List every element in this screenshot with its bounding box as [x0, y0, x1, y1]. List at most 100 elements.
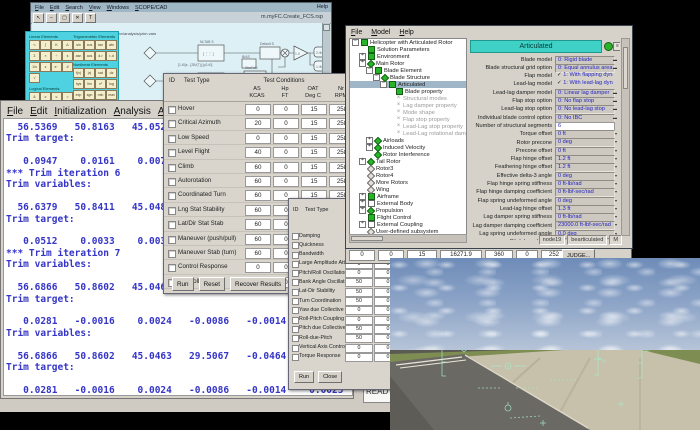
dropdown-arrow-icon[interactable]: [615, 148, 617, 153]
test-checkbox[interactable]: [168, 163, 176, 172]
test-checkbox[interactable]: [168, 235, 176, 244]
dropdown-arrow-icon[interactable]: [615, 189, 617, 194]
tree-item[interactable]: Helicopter with Articulated Rotor: [350, 39, 466, 46]
diagram-tool-button[interactable]: −: [46, 12, 57, 23]
palette-block-button[interactable]: f(x): [73, 68, 84, 78]
altitude-input[interactable]: 0: [273, 147, 299, 159]
diagram-tool-button[interactable]: ✕: [72, 12, 83, 23]
hq-checkbox[interactable]: [292, 316, 299, 324]
palette-block-button[interactable]: ÷: [51, 51, 62, 61]
palette-block-button[interactable]: K: [51, 40, 62, 50]
hq-checkbox[interactable]: [292, 233, 299, 240]
altitude-input[interactable]: 0: [273, 118, 299, 130]
hq-checkbox[interactable]: [292, 298, 299, 306]
diagram-tool-button[interactable]: ↖: [33, 12, 44, 23]
palette-block-button[interactable]: 1/s: [29, 62, 40, 72]
tree-expander-icon[interactable]: [352, 39, 359, 46]
airspeed-input[interactable]: 60: [245, 190, 271, 202]
tree-item[interactable]: External Body: [350, 200, 466, 207]
component-lock-icon[interactable]: ≡: [613, 42, 620, 51]
tree-item[interactable]: Rotor4: [350, 171, 466, 180]
palette-block-button[interactable]: cos: [84, 40, 95, 50]
console-menu-item[interactable]: Analysis: [114, 106, 151, 117]
palette-block-button[interactable]: √: [29, 73, 40, 83]
test-checkbox[interactable]: [168, 206, 176, 215]
airspeed-input[interactable]: 60: [245, 233, 271, 245]
tree-item[interactable]: Rotor3: [350, 164, 466, 173]
dropdown-arrow-icon[interactable]: [615, 164, 617, 169]
dropdown-arrow-icon[interactable]: [613, 106, 617, 111]
test-checkbox[interactable]: [168, 106, 176, 114]
dropdown-arrow-icon[interactable]: [615, 139, 617, 144]
tree-expander-icon[interactable]: [366, 67, 373, 74]
hq-checkbox[interactable]: [292, 307, 299, 315]
tree-item[interactable]: Flap stop property: [350, 116, 466, 123]
palette-block-button[interactable]: |x|: [84, 68, 95, 78]
tree-item[interactable]: External Coupling: [350, 221, 466, 228]
tree-horizontal-scrollbar[interactable]: [349, 234, 467, 243]
tree-item[interactable]: Lead-Lag stop property: [350, 123, 466, 130]
airspeed-input[interactable]: 0: [245, 104, 271, 115]
diagram-menu-item[interactable]: View: [89, 5, 101, 11]
airspeed-input[interactable]: 60: [245, 175, 271, 187]
palette-block-button[interactable]: asn: [73, 51, 84, 61]
test-checkbox[interactable]: [168, 264, 176, 273]
airspeed-input[interactable]: 60: [245, 161, 271, 173]
diagram-menu-item[interactable]: Windows: [107, 5, 129, 11]
airspeed-input[interactable]: 20: [245, 118, 271, 130]
airspeed-input[interactable]: 0: [245, 132, 271, 144]
hq-checkbox[interactable]: [292, 270, 299, 278]
dropdown-arrow-icon[interactable]: [615, 198, 617, 203]
tree-item[interactable]: Blade Structure: [350, 73, 466, 82]
palette-block-button[interactable]: min: [95, 90, 106, 100]
palette-block-button[interactable]: z: [40, 62, 51, 72]
dropdown-arrow-icon[interactable]: [615, 206, 617, 211]
tree-expander-icon[interactable]: [359, 207, 366, 214]
airspeed-input[interactable]: 60: [245, 204, 271, 216]
tree-item[interactable]: Rotor Interference: [350, 150, 466, 159]
palette-block-button[interactable]: sat: [95, 68, 106, 78]
hq-checkbox[interactable]: [292, 288, 299, 296]
tree-item[interactable]: Blade Element: [350, 67, 466, 74]
test-checkbox[interactable]: [168, 149, 176, 158]
palette-block-button[interactable]: ∿: [29, 40, 40, 50]
tree-expander-icon[interactable]: [359, 60, 366, 67]
console-menu-item[interactable]: Edit: [30, 106, 47, 117]
diagram-menu-item[interactable]: Edit: [50, 5, 59, 11]
dropdown-arrow-icon[interactable]: [613, 115, 617, 120]
palette-block-button[interactable]: max: [106, 90, 117, 100]
oat-input[interactable]: 15: [301, 132, 327, 144]
palette-block-button[interactable]: hys: [73, 79, 84, 89]
hq-checkbox[interactable]: [292, 251, 299, 259]
condition-value-input[interactable]: 0: [349, 250, 375, 261]
tree-item[interactable]: Mode shape: [350, 109, 466, 116]
palette-block-button[interactable]: tan: [95, 40, 106, 50]
hq-checkbox[interactable]: [292, 344, 299, 352]
tree-expander-icon[interactable]: [359, 221, 366, 228]
dropdown-arrow-icon[interactable]: [613, 98, 617, 103]
tree-item[interactable]: Induced Velocity: [350, 143, 466, 152]
palette-block-button[interactable]: sin: [73, 40, 84, 50]
palette-block-button[interactable]: r-d: [106, 51, 117, 61]
dropdown-arrow-icon[interactable]: [615, 173, 617, 178]
tree-item[interactable]: More Rotors: [350, 178, 466, 187]
oat-input[interactable]: 15: [301, 161, 327, 173]
tree-item[interactable]: Propulsion: [350, 206, 466, 215]
palette-block-button[interactable]: Σ: [29, 51, 40, 61]
dialog-button[interactable]: Run: [172, 277, 194, 291]
dialog-button[interactable]: Recover Results: [230, 277, 287, 291]
property-value[interactable]: 1: With flapping dynamics: [555, 72, 613, 79]
dropdown-arrow-icon[interactable]: [613, 90, 617, 95]
hq-checkbox[interactable]: [292, 279, 299, 287]
altitude-input[interactable]: 0: [273, 175, 299, 187]
model-menu-item[interactable]: Model: [371, 29, 390, 36]
palette-block-button[interactable]: d-r: [95, 51, 106, 61]
palette-block-button[interactable]: lim: [84, 79, 95, 89]
tree-item[interactable]: Wing: [350, 185, 466, 194]
altitude-input[interactable]: 0: [273, 132, 299, 144]
palette-block-button[interactable]: ∫: [40, 40, 51, 50]
tree-item[interactable]: Articulated: [350, 81, 466, 88]
hq-checkbox[interactable]: [292, 242, 299, 250]
palette-block-button[interactable]: e⁻: [51, 62, 62, 72]
test-checkbox[interactable]: [168, 177, 176, 186]
